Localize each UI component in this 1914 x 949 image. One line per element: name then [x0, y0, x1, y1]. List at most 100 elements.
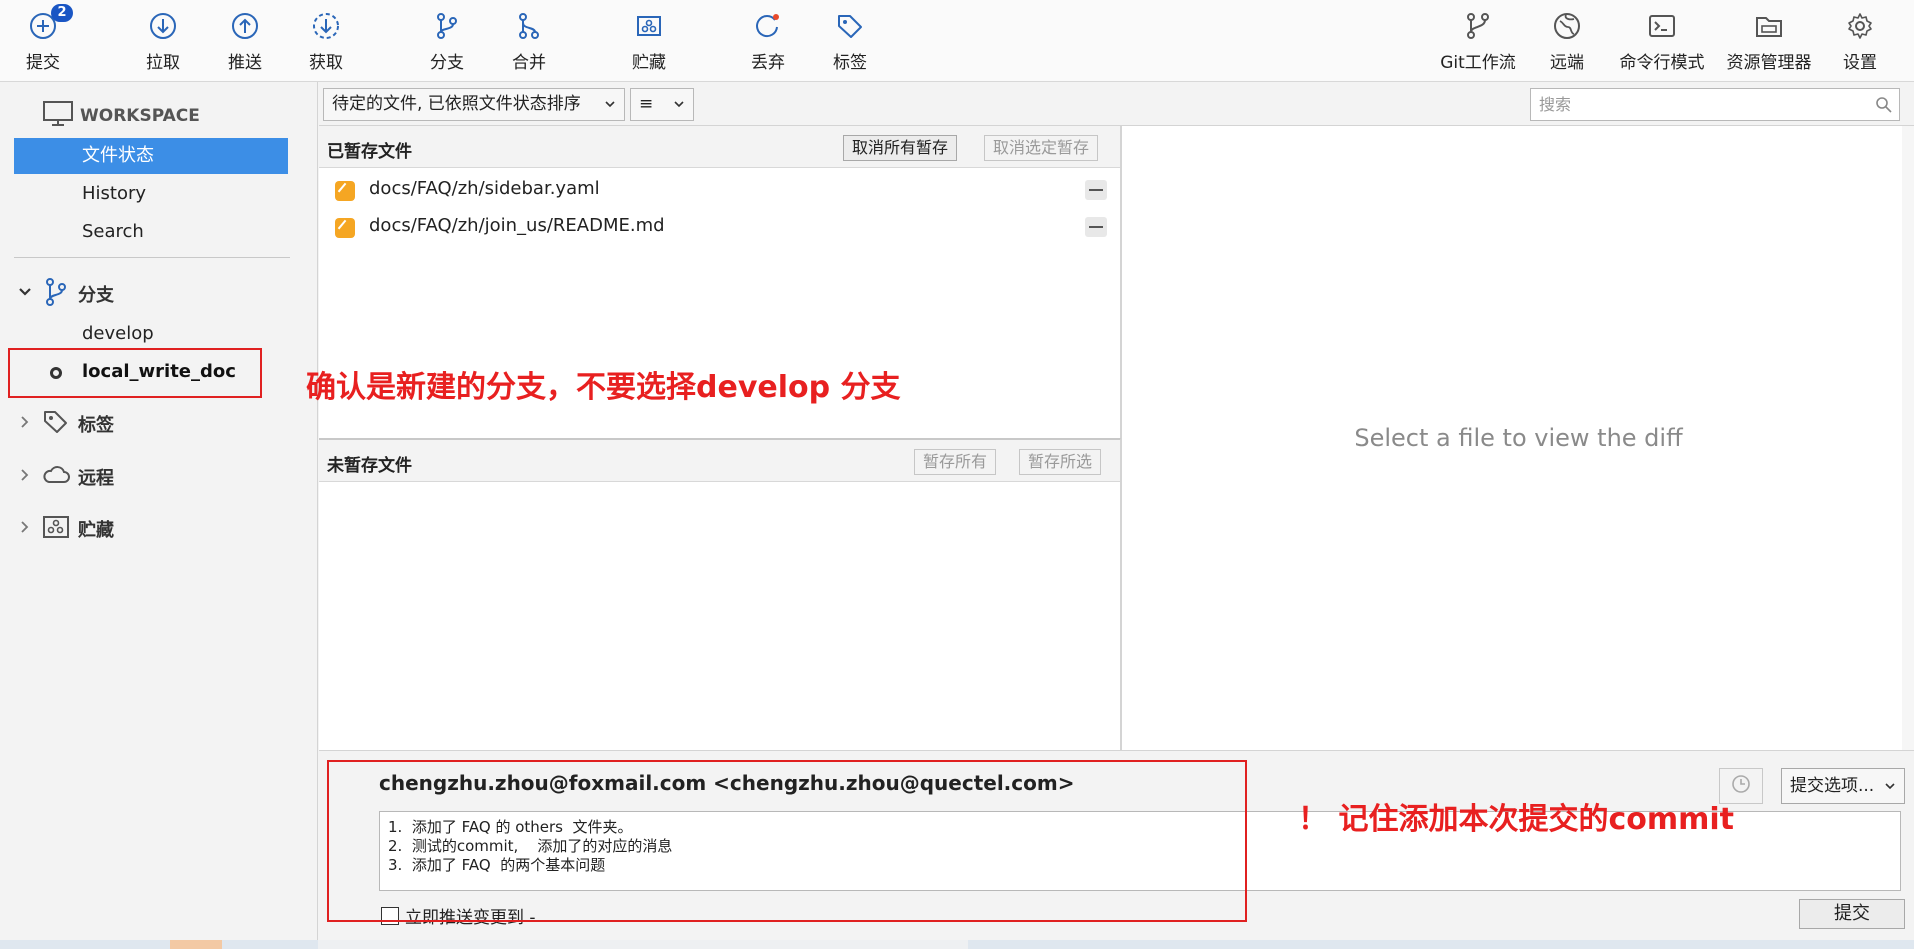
search-input[interactable]: [1531, 89, 1861, 120]
pull-toolbar-button[interactable]: 拉取: [126, 8, 200, 76]
arrow-up-circle-icon: [227, 8, 263, 44]
commit-toolbar-label: 提交: [26, 53, 60, 73]
tag-toolbar-label: 标签: [833, 53, 867, 73]
git-flow-icon: [1460, 8, 1496, 44]
tags-section-header[interactable]: 标签: [18, 409, 114, 439]
branches-section-header[interactable]: 分支: [18, 277, 114, 312]
unstage-file-icon[interactable]: [1085, 180, 1107, 200]
workspace-header: WORKSPACE: [42, 100, 200, 132]
view-mode-dropdown[interactable]: ≡: [630, 88, 694, 121]
stash-icon: [42, 514, 70, 545]
push-toolbar-button[interactable]: 推送: [208, 8, 282, 76]
branch-toolbar-button[interactable]: 分支: [410, 8, 484, 76]
tag-toolbar-button[interactable]: 标签: [813, 8, 887, 76]
staged-file-name: docs/FAQ/zh/sidebar.yaml: [369, 178, 600, 199]
stashes-section-title: 贮藏: [78, 520, 114, 541]
monitor-icon: [42, 100, 74, 132]
search-icon: [1875, 96, 1893, 118]
staged-panel-header: 已暂存文件 取消所有暂存 取消选定暂存: [319, 126, 1120, 168]
git-flow-toolbar-button[interactable]: Git工作流: [1432, 8, 1524, 76]
chevron-right-icon: [18, 520, 34, 538]
branch-item-develop[interactable]: develop: [14, 316, 288, 352]
sidebar-divider: [14, 257, 290, 258]
fetch-toolbar-button[interactable]: 获取: [289, 8, 363, 76]
unstage-file-icon[interactable]: [1085, 217, 1107, 237]
fetch-toolbar-label: 获取: [309, 53, 343, 73]
modified-file-icon: [335, 181, 355, 201]
search-box: [1530, 88, 1900, 121]
staged-file-row[interactable]: docs/FAQ/zh/join_us/README.md: [319, 209, 1119, 245]
branches-section-title: 分支: [78, 285, 114, 306]
unstaged-panel-title: 未暂存文件: [327, 456, 412, 476]
status-strip-segment: [170, 940, 222, 949]
chevron-right-icon: [18, 415, 34, 433]
commit-options-dropdown[interactable]: 提交选项...: [1781, 768, 1905, 804]
discard-toolbar-button[interactable]: 丢弃: [731, 8, 805, 76]
remotes-section-header[interactable]: 远程: [18, 462, 114, 492]
branch-icon: [42, 277, 70, 312]
push-toolbar-label: 推送: [228, 53, 262, 73]
workspace-title: WORKSPACE: [80, 106, 200, 126]
staged-panel-title: 已暂存文件: [327, 142, 412, 162]
remote-toolbar-label: 远端: [1550, 53, 1584, 73]
unstaged-files-panel: 未暂存文件 暂存所有 暂存所选: [319, 438, 1121, 750]
folder-icon: [1751, 8, 1787, 44]
gear-icon: [1842, 8, 1878, 44]
main-toolbar: 2 提交 拉取 推送 获取 分支 合并 贮藏 丢弃 标签 Git工作流 远端 命…: [0, 0, 1914, 82]
discard-icon: [750, 8, 786, 44]
list-view-icon: ≡: [639, 94, 654, 114]
stash-toolbar-button[interactable]: 贮藏: [612, 8, 686, 76]
stage-selected-button[interactable]: 暂存所选: [1019, 449, 1102, 475]
stashes-section-header[interactable]: 贮藏: [18, 514, 114, 544]
stash-icon: [631, 8, 667, 44]
diff-scrollbar[interactable]: [1902, 126, 1914, 750]
status-strip: [0, 940, 1914, 949]
diff-empty-message: Select a file to view the diff: [1354, 424, 1683, 452]
commit-button[interactable]: 提交: [1799, 899, 1905, 929]
explorer-toolbar-label: 资源管理器: [1726, 53, 1812, 73]
sidebar-item-search[interactable]: Search: [14, 214, 288, 250]
git-flow-toolbar-label: Git工作流: [1440, 53, 1516, 73]
globe-icon: [1549, 8, 1585, 44]
modified-file-icon: [335, 218, 355, 238]
staged-file-name: docs/FAQ/zh/join_us/README.md: [369, 215, 665, 236]
merge-toolbar-button[interactable]: 合并: [492, 8, 566, 76]
stage-all-button[interactable]: 暂存所有: [914, 449, 997, 475]
branch-annotation-note: 确认是新建的分支，不要选择develop 分支: [306, 370, 901, 405]
terminal-icon: [1644, 8, 1680, 44]
current-branch-highlight-box: [8, 348, 262, 398]
merge-toolbar-label: 合并: [512, 53, 546, 73]
chevron-down-icon: [18, 285, 34, 303]
branch-icon: [429, 8, 465, 44]
diff-viewer: Select a file to view the diff: [1121, 126, 1914, 750]
unstage-all-button[interactable]: 取消所有暂存: [843, 135, 958, 161]
pending-count-badge: 2: [51, 4, 73, 22]
terminal-toolbar-button[interactable]: 命令行模式: [1610, 8, 1714, 76]
status-strip-segment: [318, 940, 968, 949]
sourcetree-window: 2 提交 拉取 推送 获取 分支 合并 贮藏 丢弃 标签 Git工作流 远端 命…: [0, 0, 1914, 949]
tag-icon: [832, 8, 868, 44]
commit-toolbar-button[interactable]: 2 提交: [6, 4, 80, 76]
sort-mode-dropdown[interactable]: 待定的文件, 已依照文件状态排序: [323, 88, 625, 121]
explorer-toolbar-button[interactable]: 资源管理器: [1717, 8, 1821, 76]
sidebar-item-file-status[interactable]: 文件状态: [14, 138, 288, 174]
stash-toolbar-label: 贮藏: [632, 53, 666, 73]
chevron-down-icon: [1884, 769, 1896, 817]
fetch-dashed-circle-icon: [308, 8, 344, 44]
pull-toolbar-label: 拉取: [146, 53, 180, 73]
settings-toolbar-button[interactable]: 设置: [1823, 8, 1897, 76]
discard-toolbar-label: 丢弃: [751, 53, 785, 73]
remote-toolbar-button[interactable]: 远端: [1530, 8, 1604, 76]
commit-highlight-box: [327, 760, 1247, 922]
chevron-right-icon: [18, 468, 34, 486]
commit-options-label: 提交选项...: [1790, 776, 1875, 796]
sidebar-item-history[interactable]: History: [14, 176, 288, 212]
staged-file-row[interactable]: docs/FAQ/zh/sidebar.yaml: [319, 172, 1119, 208]
plus-circle-icon: 2: [25, 4, 73, 44]
commit-annotation-note: ！ 记住添加本次提交的commit: [1298, 802, 1734, 837]
merge-icon: [511, 8, 547, 44]
sidebar: WORKSPACE 文件状态 History Search 分支 develop…: [0, 82, 318, 949]
settings-toolbar-label: 设置: [1843, 53, 1877, 73]
tags-section-title: 标签: [78, 415, 114, 436]
unstage-selected-button[interactable]: 取消选定暂存: [984, 135, 1099, 161]
